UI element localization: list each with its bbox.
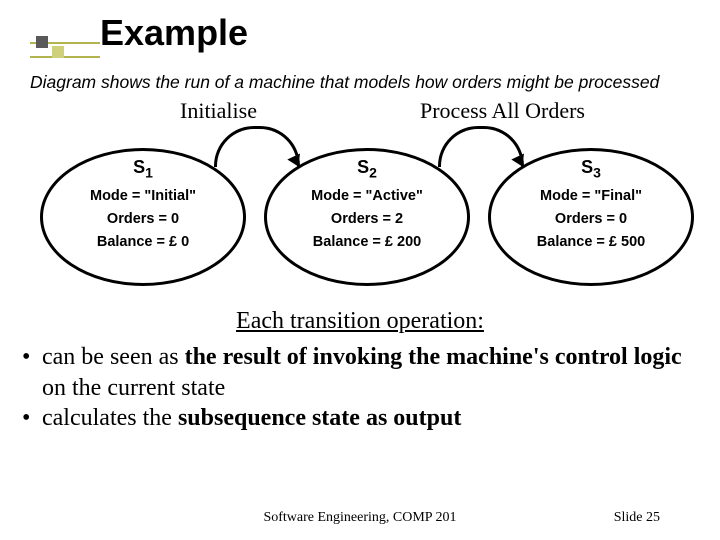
state-balance: Balance = £ 0: [43, 234, 243, 250]
state-mode: Mode = "Active": [267, 188, 467, 204]
state-orders: Orders = 2: [267, 211, 467, 227]
bullet-list: can be seen as the result of invoking th…: [18, 342, 690, 434]
page-title: Example: [100, 12, 248, 54]
state-ellipse-1: S1 Mode = "Initial" Orders = 0 Balance =…: [40, 148, 246, 286]
state-mode: Mode = "Initial": [43, 188, 243, 204]
state-orders: Orders = 0: [43, 211, 243, 227]
title-decoration-icon: [30, 38, 100, 62]
state-name: S3: [491, 157, 691, 181]
state-name: S1: [43, 157, 243, 181]
slide: Example Diagram shows the run of a machi…: [0, 0, 720, 540]
list-item: calculates the subsequence state as outp…: [18, 403, 690, 434]
state-ellipse-3: S3 Mode = "Final" Orders = 0 Balance = £…: [488, 148, 694, 286]
state-balance: Balance = £ 500: [491, 234, 691, 250]
footer-course: Software Engineering, COMP 201: [0, 510, 720, 526]
state-balance: Balance = £ 200: [267, 234, 467, 250]
state-ellipse-2: S2 Mode = "Active" Orders = 2 Balance = …: [264, 148, 470, 286]
list-item: can be seen as the result of invoking th…: [18, 342, 690, 403]
transition-label-2: Process All Orders: [420, 98, 585, 124]
footer-slide-number: Slide 25: [614, 510, 660, 526]
lead-sentence: Each transition operation:: [0, 308, 720, 335]
state-orders: Orders = 0: [491, 211, 691, 227]
state-name: S2: [267, 157, 467, 181]
transition-label-1: Initialise: [180, 98, 257, 124]
state-mode: Mode = "Final": [491, 188, 691, 204]
description-text: Diagram shows the run of a machine that …: [30, 72, 690, 94]
